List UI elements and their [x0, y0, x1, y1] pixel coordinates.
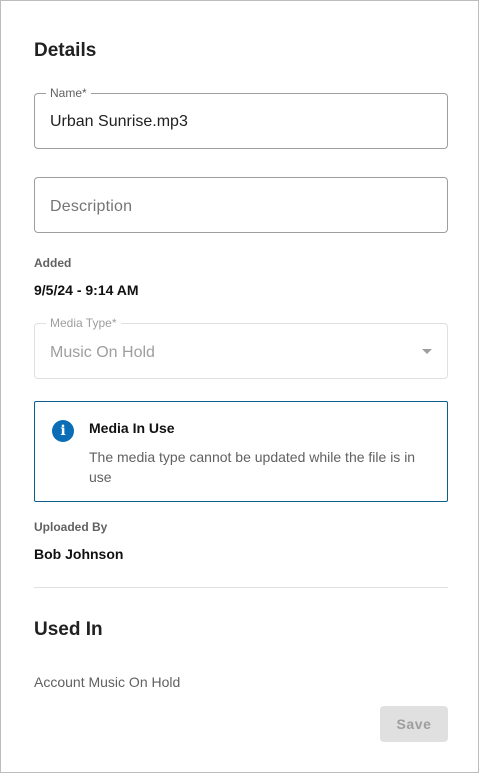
media-details-panel: Details Name* Urban Sunrise.mp3 Descript… [0, 0, 479, 773]
alert-message: The media type cannot be updated while t… [89, 449, 416, 485]
added-label: Added [34, 256, 72, 270]
chevron-down-icon [422, 349, 432, 354]
media-type-select: Media Type* Music On Hold [34, 316, 448, 379]
added-value: 9/5/24 - 9:14 AM [34, 282, 139, 298]
save-button[interactable]: Save [380, 706, 448, 742]
uploaded-by-label: Uploaded By [34, 520, 108, 534]
info-icon: i [52, 420, 74, 442]
description-placeholder: Description [50, 198, 133, 215]
details-heading: Details [34, 40, 97, 61]
used-in-heading: Used In [34, 619, 103, 640]
media-in-use-alert: i Media In Use The media type cannot be … [34, 401, 448, 502]
name-field-label: Name* [46, 86, 91, 100]
uploaded-by-value: Bob Johnson [34, 546, 124, 562]
media-type-value: Music On Hold [50, 344, 155, 361]
used-in-item: Account Music On Hold [34, 674, 181, 690]
name-field-value[interactable]: Urban Sunrise.mp3 [50, 112, 188, 132]
name-field[interactable]: Name* Urban Sunrise.mp3 [34, 86, 448, 149]
section-divider [34, 587, 448, 588]
alert-title: Media In Use [89, 420, 175, 436]
description-field[interactable]: Description [34, 177, 448, 233]
media-type-label: Media Type* [46, 316, 121, 330]
